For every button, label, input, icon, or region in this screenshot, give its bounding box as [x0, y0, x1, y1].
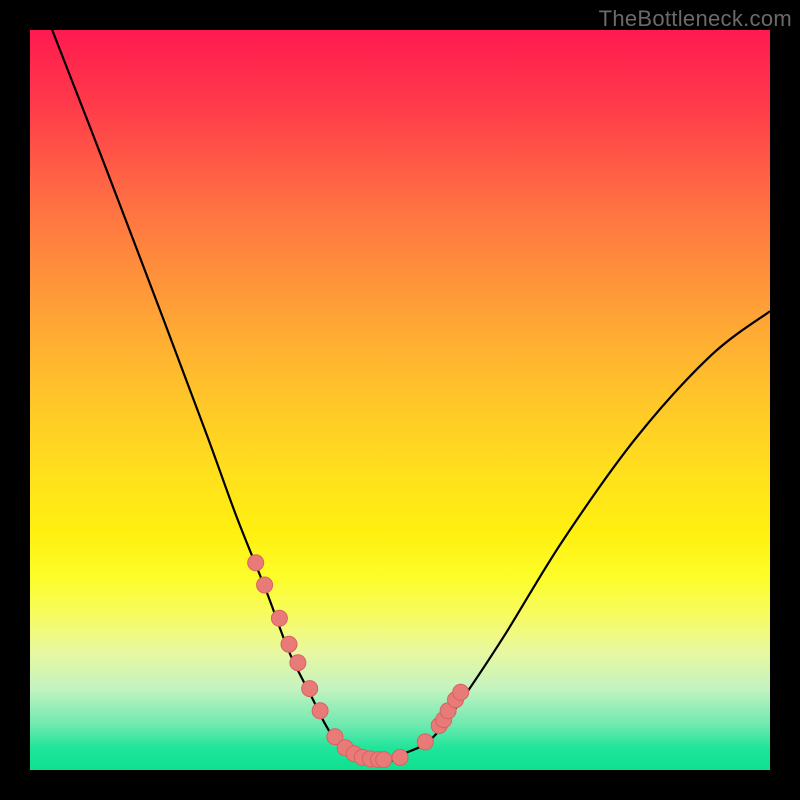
dot [302, 681, 318, 697]
dot [248, 555, 264, 571]
dot [290, 655, 306, 671]
dot [376, 752, 392, 768]
chart-frame: TheBottleneck.com [0, 0, 800, 800]
dot [257, 577, 273, 593]
dot [453, 684, 469, 700]
dot [312, 703, 328, 719]
bottleneck-curve [52, 30, 770, 763]
dot [271, 610, 287, 626]
curve-svg [30, 30, 770, 770]
dot [392, 749, 408, 765]
plot-area [30, 30, 770, 770]
dot [281, 636, 297, 652]
watermark-text: TheBottleneck.com [599, 6, 792, 32]
dot [417, 734, 433, 750]
